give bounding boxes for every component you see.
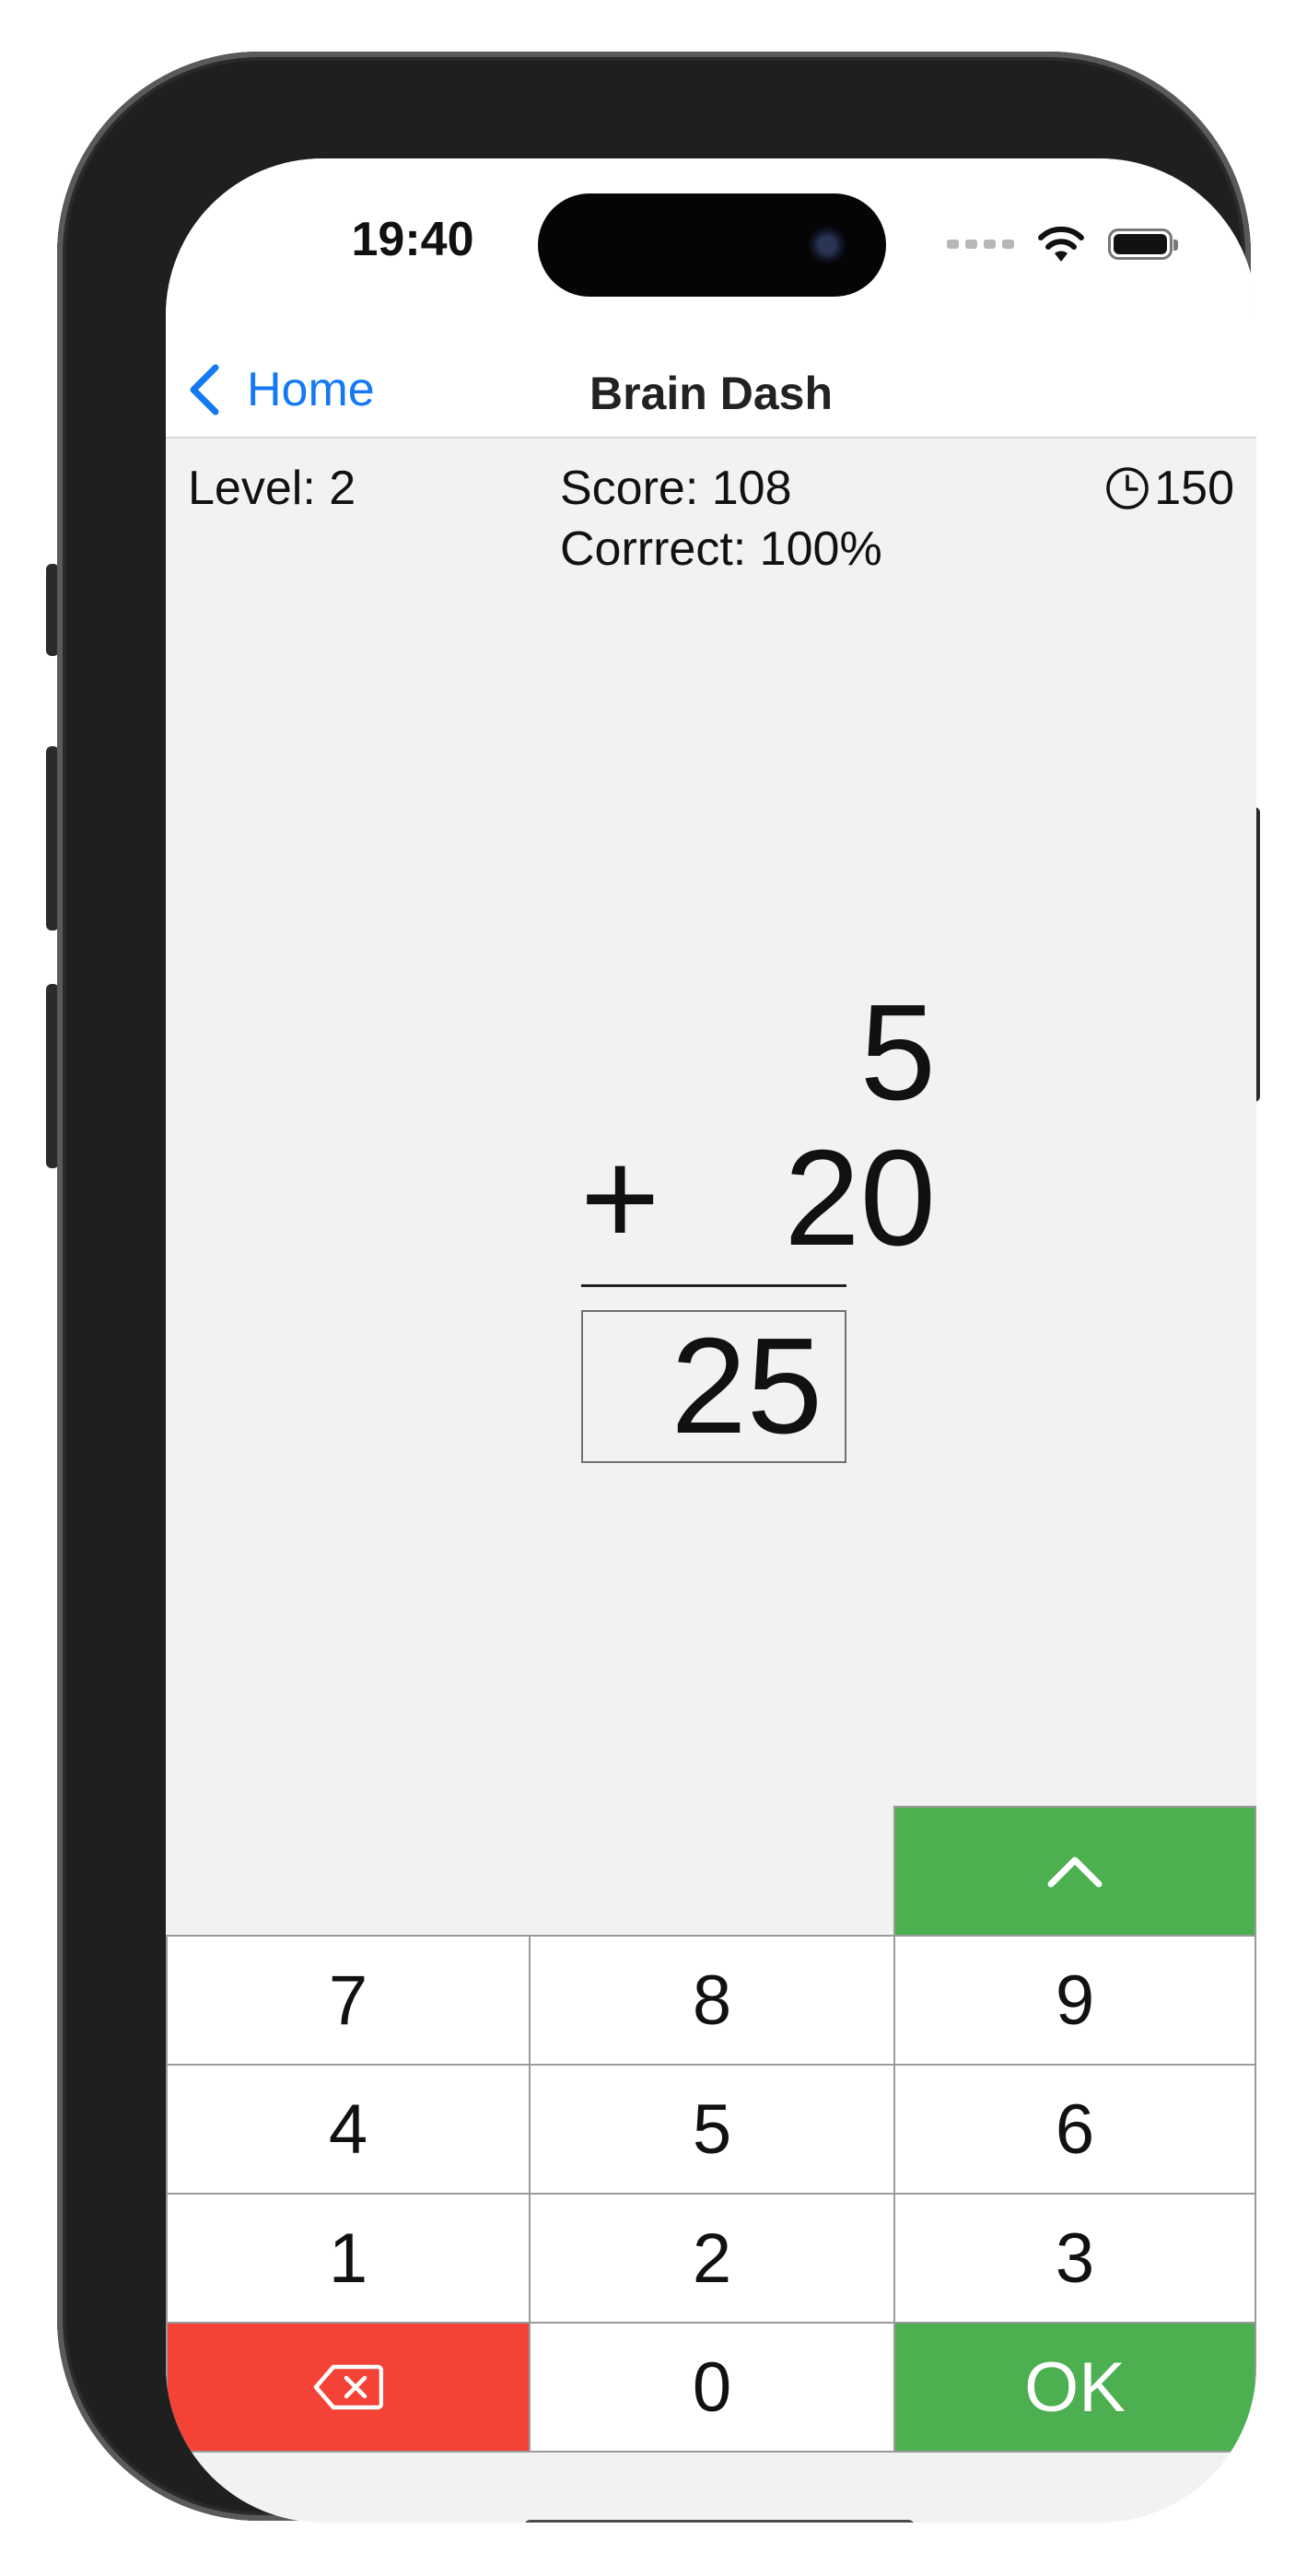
key-3[interactable]: 3 <box>893 2193 1256 2324</box>
key-9[interactable]: 9 <box>893 1935 1256 2066</box>
key-6[interactable]: 6 <box>893 2064 1256 2195</box>
chevron-up-icon <box>1047 1856 1103 1888</box>
key-0[interactable]: 0 <box>529 2322 895 2453</box>
answer-value: 25 <box>671 1310 823 1462</box>
correct-percentage-label: Corrrect: 100% <box>560 522 882 576</box>
key-1[interactable]: 1 <box>166 2193 531 2324</box>
navigation-bar: Home Brain Dash <box>166 343 1256 439</box>
status-bar: 19:40 <box>166 158 1256 343</box>
key-4[interactable]: 4 <box>166 2064 531 2195</box>
battery-icon <box>1108 228 1178 260</box>
app-screen: 19:40 Home Brain Dash Level: 2 Score: 10… <box>166 158 1256 2523</box>
camera-icon <box>809 227 846 263</box>
dynamic-island <box>538 193 886 297</box>
nav-title: Brain Dash <box>589 368 833 419</box>
backspace-icon <box>313 2364 383 2410</box>
key-7[interactable]: 7 <box>166 1935 531 2066</box>
clock-icon <box>1106 467 1149 509</box>
level-label: Level: 2 <box>188 462 356 515</box>
timer: 150 <box>1104 459 1234 518</box>
phone-frame: 19:40 Home Brain Dash Level: 2 Score: 10… <box>57 52 1256 2523</box>
timer-value: 150 <box>1154 462 1234 515</box>
key-8[interactable]: 8 <box>529 1935 895 2066</box>
keypad-toggle-button[interactable] <box>893 1806 1256 1937</box>
status-icons <box>947 221 1178 267</box>
score-label: Score: 108 <box>560 462 792 515</box>
wifi-icon <box>1038 226 1084 262</box>
home-indicator[interactable] <box>524 2520 915 2523</box>
status-time: 19:40 <box>351 213 474 266</box>
top-operand: 5 <box>859 977 936 1129</box>
sum-divider-line <box>581 1284 846 1287</box>
answer-field[interactable]: 25 <box>581 1310 846 1463</box>
ok-button[interactable]: OK <box>893 2322 1256 2453</box>
key-2[interactable]: 2 <box>529 2193 895 2324</box>
bottom-operand: 20 <box>784 1122 936 1274</box>
backspace-button[interactable] <box>166 2322 531 2453</box>
cellular-signal-icon <box>947 240 1014 249</box>
key-5[interactable]: 5 <box>529 2064 895 2195</box>
